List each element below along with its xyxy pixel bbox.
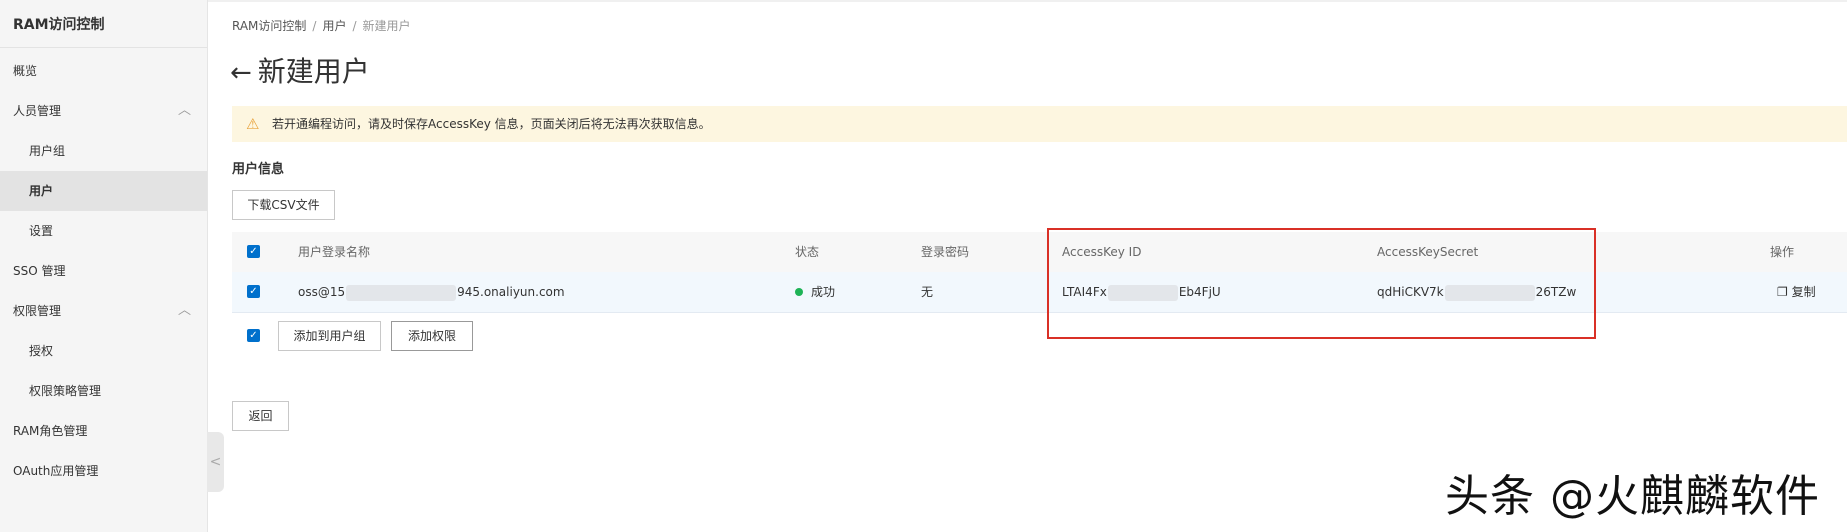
page-title: ← 新建用户 — [230, 52, 370, 92]
sidebar-item-label: 用户 — [29, 184, 54, 198]
sidebar-item-grants[interactable]: 授权 — [0, 331, 207, 371]
chevron-up-icon: ︿ — [177, 103, 191, 118]
column-header-password: 登录密码 — [921, 245, 970, 259]
page-title-text: 新建用户 — [257, 55, 370, 88]
back-button[interactable]: 返回 — [232, 401, 289, 431]
login-name-cell: oss@15 945.onaliyun.com — [298, 272, 565, 312]
sidebar-item-people-management[interactable]: 人员管理 ︿ — [0, 91, 207, 131]
sidebar-item-label: 权限管理 — [13, 304, 62, 318]
sidebar-title: RAM访问控制 — [13, 17, 105, 33]
top-border — [0, 0, 1847, 2]
breadcrumb-separator: / — [352, 19, 357, 33]
add-to-group-button[interactable]: 添加到用户组 — [278, 321, 381, 351]
sidebar-item-label: 人员管理 — [13, 104, 62, 118]
user-info-heading: 用户信息 — [232, 162, 285, 177]
sidebar-item-users[interactable]: 用户 — [0, 171, 207, 211]
sidebar-item-label: SSO 管理 — [13, 264, 66, 278]
breadcrumb: RAM访问控制 / 用户 / 新建用户 — [232, 17, 411, 34]
add-permission-button[interactable]: 添加权限 — [391, 321, 473, 351]
sidebar-item-permission-management[interactable]: 权限管理 ︿ — [0, 291, 207, 331]
sidebar-item-oauth-apps[interactable]: OAuth应用管理 — [0, 451, 207, 491]
chevron-left-icon: < — [209, 454, 222, 470]
sidebar-item-label: 授权 — [29, 344, 54, 358]
select-all-checkbox[interactable]: ✓ — [247, 245, 260, 258]
login-name-prefix: oss@15 — [298, 285, 346, 299]
copy-action-label: 复制 — [1791, 285, 1816, 299]
sidebar: RAM访问控制 概览 人员管理 ︿ 用户组 用户 设置 SSO 管理 权限管理 ︿ … — [0, 0, 208, 532]
copy-action[interactable]: ❐ 复制 — [1777, 272, 1816, 312]
success-dot-icon — [795, 287, 803, 296]
sidebar-item-user-groups[interactable]: 用户组 — [0, 131, 207, 171]
sidebar-item-policies[interactable]: 权限策略管理 — [0, 371, 207, 411]
warning-alert: ⚠ 若开通编程访问，请及时保存AccessKey 信息，页面关闭后将无法再次获取… — [232, 106, 1847, 142]
copy-icon: ❐ — [1777, 285, 1788, 299]
sidebar-item-label: 用户组 — [29, 144, 66, 158]
password-cell: 无 — [921, 285, 934, 299]
sidebar-item-settings[interactable]: 设置 — [0, 211, 207, 251]
warning-icon: ⚠ — [246, 115, 260, 133]
alert-message: 若开通编程访问，请及时保存AccessKey 信息，页面关闭后将无法再次获取信息… — [272, 117, 711, 131]
row-checkbox[interactable]: ✓ — [247, 285, 260, 298]
sidebar-collapse-toggle[interactable]: < — [207, 432, 224, 492]
sidebar-item-ram-roles[interactable]: RAM角色管理 — [0, 411, 207, 451]
sidebar-item-overview[interactable]: 概览 — [0, 51, 207, 91]
breadcrumb-current: 新建用户 — [362, 19, 411, 33]
status-cell: 成功 — [795, 272, 835, 312]
sidebar-item-label: 设置 — [29, 224, 54, 238]
status-text: 成功 — [811, 285, 836, 299]
column-header-login-name: 用户登录名称 — [298, 245, 371, 259]
login-name-suffix: 945.onaliyun.com — [457, 285, 565, 299]
sidebar-divider — [0, 47, 207, 48]
column-header-status: 状态 — [795, 245, 820, 259]
sidebar-item-label: OAuth应用管理 — [13, 464, 99, 478]
sidebar-item-label: 概览 — [13, 64, 38, 78]
sidebar-item-label: 权限策略管理 — [29, 384, 102, 398]
breadcrumb-separator: / — [312, 19, 317, 33]
table-header: ✓ 用户登录名称 状态 登录密码 AccessKey ID AccessKeyS… — [232, 232, 1847, 273]
column-header-actions: 操作 — [1770, 245, 1795, 259]
table-row: ✓ oss@15 945.onaliyun.com 成功 无 LTAI4Fx Eb4… — [232, 272, 1847, 313]
back-arrow-icon[interactable]: ← — [230, 53, 252, 93]
accesskey-highlight-box — [1047, 228, 1596, 339]
sidebar-item-label: RAM角色管理 — [13, 424, 88, 438]
redaction-mask — [346, 284, 457, 301]
chevron-up-icon: ︿ — [177, 303, 191, 318]
watermark-text: 头条 @火麒麟软件 — [1445, 471, 1820, 522]
footer-select-checkbox[interactable]: ✓ — [247, 329, 260, 342]
breadcrumb-link-users[interactable]: 用户 — [322, 19, 346, 33]
download-csv-button[interactable]: 下载CSV文件 — [232, 190, 335, 220]
sidebar-item-sso[interactable]: SSO 管理 — [0, 251, 207, 291]
breadcrumb-link-ram[interactable]: RAM访问控制 — [232, 19, 306, 33]
